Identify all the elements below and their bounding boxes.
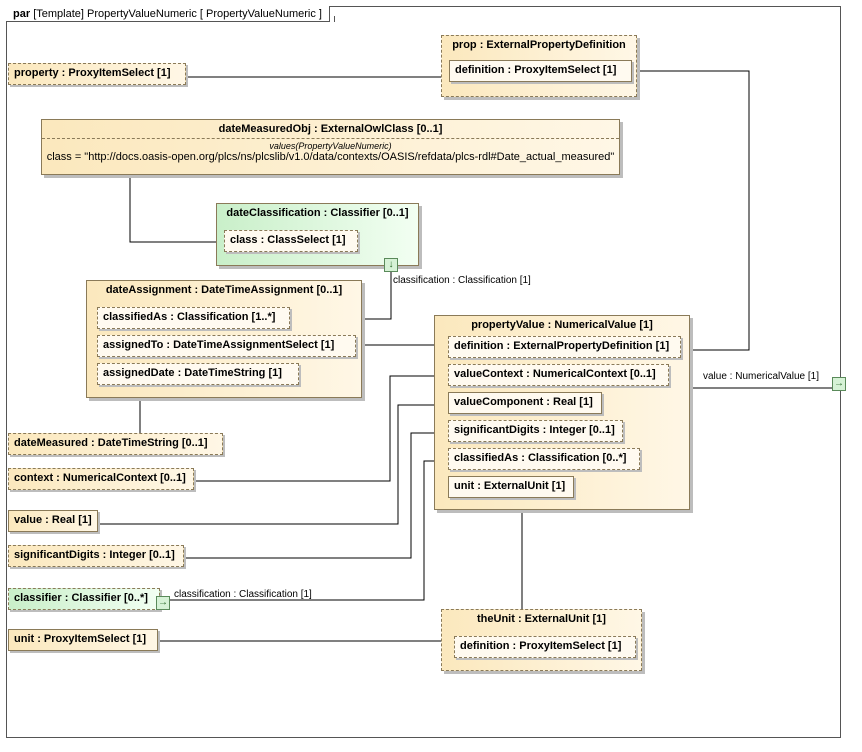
node-pv-definition[interactable]: definition : ExternalPropertyDefinition … xyxy=(448,336,681,358)
node-pv-definition-label: definition : ExternalPropertyDefinition … xyxy=(454,340,670,352)
node-date-classification-title: dateClassification : Classifier [0..1] xyxy=(226,207,409,219)
node-date-assignment-assigned-date-label: assignedDate : DateTimeString [1] xyxy=(103,367,282,379)
node-date-measured-label: dateMeasured : DateTimeString [0..1] xyxy=(14,437,208,449)
label-classification-top: classification : Classification [1] xyxy=(393,275,531,286)
node-pv-unit-label: unit : ExternalUnit [1] xyxy=(454,480,566,492)
node-date-classification-class[interactable]: class : ClassSelect [1] xyxy=(224,230,358,252)
node-context-label: context : NumericalContext [0..1] xyxy=(14,472,186,484)
node-pv-value-component-label: valueComponent : Real [1] xyxy=(454,396,593,408)
node-date-classification[interactable]: dateClassification : Classifier [0..1] c… xyxy=(216,203,419,266)
node-significant-digits-label: significantDigits : Integer [0..1] xyxy=(14,549,175,561)
node-unit-label: unit : ProxyItemSelect [1] xyxy=(14,633,147,645)
node-date-assignment[interactable]: dateAssignment : DateTimeAssignment [0..… xyxy=(86,280,362,398)
node-date-assignment-assigned-to[interactable]: assignedTo : DateTimeAssignmentSelect [1… xyxy=(97,335,356,357)
node-value[interactable]: value : Real [1] xyxy=(8,510,98,532)
wire-prop-pvdef xyxy=(634,70,750,351)
port-value-out[interactable]: → xyxy=(832,377,846,391)
node-prop-definition[interactable]: definition : ProxyItemSelect [1] xyxy=(449,60,632,82)
node-date-measured-obj-class: class = "http://docs.oasis-open.org/plcs… xyxy=(46,151,615,163)
node-pv-significant-digits[interactable]: significantDigits : Integer [0..1] xyxy=(448,420,623,442)
node-prop[interactable]: prop : ExternalPropertyDefinition defini… xyxy=(441,35,637,97)
node-pv-value-component[interactable]: valueComponent : Real [1] xyxy=(448,392,602,414)
node-pv-significant-digits-label: significantDigits : Integer [0..1] xyxy=(454,424,615,436)
label-classification-bottom: classification : Classification [1] xyxy=(174,589,312,600)
node-value-label: value : Real [1] xyxy=(14,514,92,526)
node-classifier-label: classifier : Classifier [0..*] xyxy=(14,592,148,604)
node-property-value-title: propertyValue : NumericalValue [1] xyxy=(471,319,653,331)
node-context[interactable]: context : NumericalContext [0..1] xyxy=(8,468,194,490)
node-date-assignment-assigned-to-label: assignedTo : DateTimeAssignmentSelect [1… xyxy=(103,339,335,351)
wire-value-valuecomponent xyxy=(98,404,448,525)
label-value-out: value : NumericalValue [1] xyxy=(703,371,819,382)
node-date-measured-obj-title: dateMeasuredObj : ExternalOwlClass [0..1… xyxy=(42,120,619,139)
node-prop-definition-label: definition : ProxyItemSelect [1] xyxy=(455,64,617,76)
node-date-classification-class-label: class : ClassSelect [1] xyxy=(230,234,346,246)
node-classifier[interactable]: classifier : Classifier [0..*] xyxy=(8,588,160,610)
node-prop-title: prop : ExternalPropertyDefinition xyxy=(452,39,626,51)
node-date-measured-obj-values: values(PropertyValueNumeric) xyxy=(269,141,392,151)
wire-owl-classification xyxy=(129,176,222,243)
wire-classifier xyxy=(170,460,448,601)
node-date-measured-obj-slot: values(PropertyValueNumeric) class = "ht… xyxy=(42,139,619,163)
wire-sigdigits xyxy=(184,432,448,559)
node-pv-value-context-label: valueContext : NumericalContext [0..1] xyxy=(454,368,656,380)
node-date-measured[interactable]: dateMeasured : DateTimeString [0..1] xyxy=(8,433,223,455)
node-pv-unit[interactable]: unit : ExternalUnit [1] xyxy=(448,476,574,498)
node-the-unit-definition[interactable]: definition : ProxyItemSelect [1] xyxy=(454,636,636,658)
node-date-measured-obj[interactable]: dateMeasuredObj : ExternalOwlClass [0..1… xyxy=(41,119,620,175)
node-unit[interactable]: unit : ProxyItemSelect [1] xyxy=(8,629,158,651)
node-date-assignment-classified-as-label: classifiedAs : Classification [1..*] xyxy=(103,311,276,323)
node-date-assignment-assigned-date[interactable]: assignedDate : DateTimeString [1] xyxy=(97,363,299,385)
port-classification-top[interactable]: ↓ xyxy=(384,258,398,272)
node-property-label: property : ProxyItemSelect [1] xyxy=(14,67,171,79)
node-property-value[interactable]: propertyValue : NumericalValue [1] defin… xyxy=(434,315,690,510)
node-pv-value-context[interactable]: valueContext : NumericalContext [0..1] xyxy=(448,364,669,386)
node-date-assignment-title: dateAssignment : DateTimeAssignment [0..… xyxy=(105,284,343,296)
node-property[interactable]: property : ProxyItemSelect [1] xyxy=(8,63,186,85)
node-significant-digits[interactable]: significantDigits : Integer [0..1] xyxy=(8,545,184,567)
node-the-unit-title: theUnit : ExternalUnit [1] xyxy=(477,613,606,625)
port-classification-bottom[interactable]: → xyxy=(156,596,170,610)
node-the-unit[interactable]: theUnit : ExternalUnit [1] definition : … xyxy=(441,609,642,671)
node-the-unit-definition-label: definition : ProxyItemSelect [1] xyxy=(460,640,622,652)
node-date-assignment-classified-as[interactable]: classifiedAs : Classification [1..*] xyxy=(97,307,290,329)
node-pv-classified-as-label: classifiedAs : Classification [0..*] xyxy=(454,452,627,464)
node-pv-classified-as[interactable]: classifiedAs : Classification [0..*] xyxy=(448,448,640,470)
